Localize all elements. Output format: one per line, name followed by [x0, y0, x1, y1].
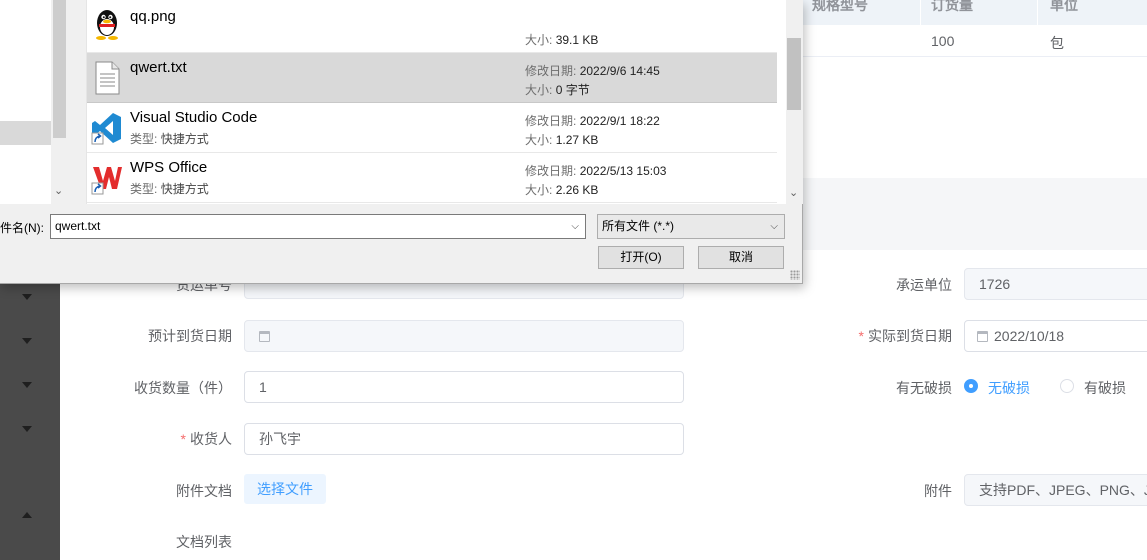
nav-scrollbar-thumb[interactable]: [53, 0, 66, 138]
caret-down-icon[interactable]: [22, 338, 32, 344]
expected-date-picker[interactable]: [244, 320, 684, 352]
file-size: 大小: 1.27 KB: [525, 133, 599, 147]
filename-input[interactable]: qwert.txt ⌵: [50, 214, 586, 239]
received-qty-label: 收货数量（件）: [134, 380, 232, 396]
received-qty-value: 1: [259, 379, 267, 395]
file-size: 大小: 39.1 KB: [525, 33, 599, 47]
required-mark: *: [180, 431, 186, 447]
cancel-button[interactable]: 取消: [698, 246, 784, 269]
receiver-label: * 收货人: [180, 431, 232, 447]
qq-penguin-icon: [96, 10, 118, 40]
attachment-upload-field[interactable]: 支持PDF、JPEG、PNG、JP: [964, 474, 1147, 506]
resize-grip-icon[interactable]: [790, 270, 800, 280]
caret-down-icon[interactable]: [22, 426, 32, 432]
file-size: 大小: 2.26 KB: [525, 183, 599, 197]
file-name: qq.png: [130, 8, 176, 25]
file-name: Visual Studio Code: [130, 109, 258, 126]
carrier-field[interactable]: 1726: [964, 268, 1147, 300]
cell-quantity: 100: [931, 33, 955, 49]
no-damage-label[interactable]: 无破损: [988, 378, 1030, 398]
received-qty-input[interactable]: 1: [244, 371, 684, 403]
calendar-icon: [977, 331, 988, 342]
text-file-icon: [95, 61, 120, 95]
column-header-model: 规格型号: [812, 0, 868, 13]
carrier-value: 1726: [979, 276, 1011, 292]
caret-up-icon[interactable]: [22, 512, 32, 518]
attachment-placeholder: 支持PDF、JPEG、PNG、JP: [979, 482, 1147, 498]
nav-selected-item[interactable]: [0, 121, 51, 145]
navigation-pane: ⌄: [0, 0, 68, 204]
open-button[interactable]: 打开(O): [598, 246, 684, 269]
column-header-quantity: 订货量: [931, 0, 973, 13]
caret-down-icon[interactable]: [22, 294, 32, 300]
doc-list-label: 文档列表: [176, 534, 232, 550]
file-date: 修改日期: 2022/9/1 18:22: [525, 114, 660, 128]
choose-file-button[interactable]: 选择文件: [244, 474, 326, 504]
wps-icon: [91, 167, 122, 195]
table-header: 规格型号 订货量 单位: [800, 0, 1147, 25]
file-date: 修改日期: 2022/5/13 15:03: [525, 164, 667, 178]
file-list: qq.png 大小: 39.1 KB qwert.txt 修改日期: 2022/…: [86, 0, 786, 204]
calendar-icon: [259, 331, 270, 342]
expected-date-label: 预计到货日期: [148, 328, 232, 344]
file-date: 修改日期: 2022/9/6 14:45: [525, 64, 660, 78]
chevron-down-icon[interactable]: ⌵: [770, 215, 778, 238]
carrier-label: 承运单位: [896, 277, 952, 293]
caret-down-icon[interactable]: [22, 382, 32, 388]
list-item[interactable]: qwert.txt 修改日期: 2022/9/6 14:45 大小: 0 字节: [87, 53, 777, 103]
filename-label: 件名(N):: [0, 221, 44, 235]
attachment-label: 附件: [924, 483, 952, 499]
file-size: 大小: 0 字节: [525, 83, 590, 97]
no-damage-radio[interactable]: [964, 379, 978, 393]
list-item[interactable]: WPS Office 类型: 快捷方式 修改日期: 2022/5/13 15:0…: [87, 153, 777, 203]
column-header-unit: 单位: [1050, 0, 1078, 13]
chevron-down-icon[interactable]: ⌵: [571, 215, 579, 238]
actual-date-label: * 实际到货日期: [858, 328, 952, 344]
actual-date-picker[interactable]: 2022/10/18: [964, 320, 1147, 352]
receiver-value: 孙飞宇: [259, 431, 301, 447]
vscode-icon: [91, 113, 121, 145]
file-type-filter[interactable]: 所有文件 (*.*) ⌵: [597, 214, 785, 239]
cell-unit: 包: [1050, 35, 1064, 51]
file-type: 类型: 快捷方式: [130, 182, 209, 196]
filter-value: 所有文件 (*.*): [602, 219, 675, 233]
file-list-scrollbar-thumb[interactable]: [787, 38, 801, 110]
file-type: 类型: 快捷方式: [130, 132, 209, 146]
list-item[interactable]: qq.png 大小: 39.1 KB: [87, 3, 777, 53]
actual-date-value: 2022/10/18: [994, 328, 1065, 344]
table-row: 100 包: [800, 25, 1147, 57]
file-name: qwert.txt: [130, 59, 187, 76]
filename-value: qwert.txt: [55, 219, 101, 233]
list-item[interactable]: Visual Studio Code 类型: 快捷方式 修改日期: 2022/9…: [87, 103, 777, 153]
chevron-down-icon[interactable]: ⌄: [54, 184, 63, 197]
damaged-label[interactable]: 有破损: [1084, 378, 1126, 398]
damage-label: 有无破损: [896, 380, 952, 396]
file-name: WPS Office: [130, 159, 208, 176]
damaged-radio[interactable]: [1060, 379, 1074, 393]
receiver-input[interactable]: 孙飞宇: [244, 423, 684, 455]
required-mark: *: [858, 328, 864, 344]
attachment-doc-label: 附件文档: [176, 483, 232, 499]
chevron-down-icon[interactable]: ⌄: [789, 186, 798, 199]
file-open-dialog: ⌄ qq.png 大小: 39.1 KB qwert.txt 修改日期: 202…: [0, 0, 803, 284]
